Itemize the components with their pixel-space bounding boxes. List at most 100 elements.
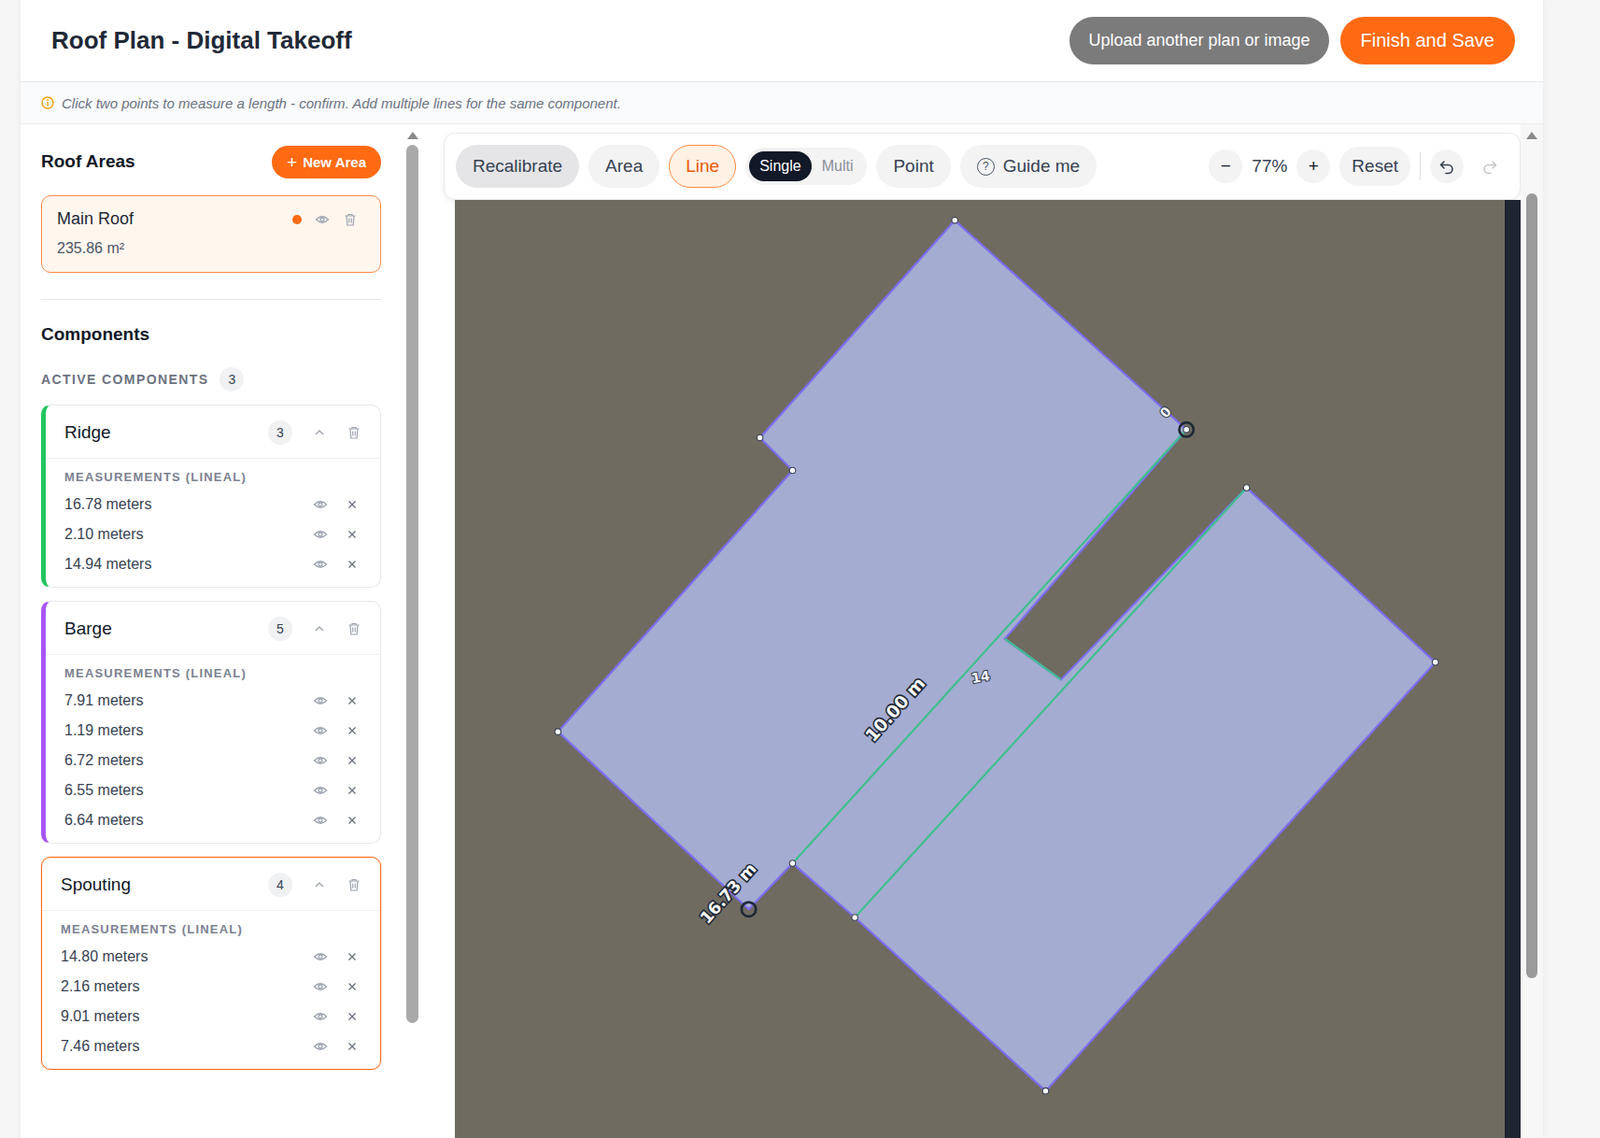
chevron-up-icon[interactable] [312, 877, 326, 892]
eye-icon[interactable] [312, 752, 328, 768]
vertex-point[interactable] [951, 217, 959, 225]
vertex-point[interactable] [1431, 659, 1439, 666]
map-canvas[interactable]: 10.00 m1416.73 m0 [454, 199, 1505, 1138]
eye-icon[interactable] [312, 1008, 328, 1024]
roof-polygon[interactable] [557, 220, 1435, 1091]
close-icon[interactable] [346, 528, 358, 540]
measurement-row[interactable]: 7.91 meters [64, 685, 362, 716]
measurement-row[interactable]: 16.78 meters [64, 489, 362, 520]
guide-button[interactable]: ?Guide me [960, 144, 1097, 188]
measurement-row[interactable]: 9.01 meters [60, 1001, 362, 1032]
page-scrollbar[interactable] [1520, 124, 1544, 1138]
measurement-row[interactable]: 6.64 meters [64, 805, 362, 836]
mode-button[interactable]: Multi [811, 151, 864, 182]
line-endpoint[interactable] [741, 902, 756, 917]
chevron-up-icon[interactable] [312, 622, 326, 636]
trash-icon[interactable] [346, 877, 362, 893]
component-card[interactable]: Spouting4MEASUREMENTS (LINEAL)14.80 mete… [41, 856, 382, 1070]
vertex-point[interactable] [1243, 484, 1250, 492]
close-icon[interactable] [346, 558, 358, 570]
close-icon[interactable] [346, 724, 358, 737]
vertex-point[interactable] [789, 860, 796, 867]
measurement-row[interactable]: 2.10 meters [64, 519, 362, 550]
header-button[interactable]: Finish and Save [1340, 16, 1516, 65]
active-count: 3 [219, 367, 244, 392]
ridge-line[interactable] [1005, 638, 1062, 680]
close-icon[interactable] [346, 814, 358, 826]
measurement-row[interactable]: 6.72 meters [64, 745, 362, 776]
undo-button[interactable] [1430, 149, 1464, 184]
measurement-row[interactable]: 6.55 meters [64, 775, 362, 806]
measurement-row[interactable]: 1.19 meters [64, 715, 362, 746]
vertex-point[interactable] [554, 728, 562, 736]
measurement-row[interactable]: 14.80 meters [60, 941, 362, 972]
line-endpoint[interactable] [1179, 422, 1194, 437]
new-area-button[interactable]: +New Area [271, 145, 382, 179]
trash-icon[interactable] [342, 212, 358, 227]
measurement-row[interactable]: 2.16 meters [60, 971, 362, 1002]
close-icon[interactable] [346, 754, 358, 766]
mode-button[interactable]: Single [749, 151, 811, 182]
zoom-out-button[interactable]: − [1208, 149, 1243, 184]
roof-areas-title: Roof Areas [41, 151, 136, 172]
area-name: Main Roof [56, 209, 134, 229]
component-count: 3 [268, 420, 293, 445]
measurement-row[interactable]: 7.46 meters [60, 1031, 362, 1062]
eye-icon[interactable] [312, 693, 328, 708]
trash-icon[interactable] [346, 621, 362, 637]
vertex-point[interactable] [789, 467, 796, 474]
vertex-point[interactable] [851, 914, 859, 921]
zoom-in-button[interactable]: + [1296, 149, 1331, 184]
roof-drawing: 10.00 m1416.73 m0 [454, 199, 1505, 1138]
component-card[interactable]: Barge5MEASUREMENTS (LINEAL)7.91 meters1.… [41, 600, 382, 844]
eye-icon[interactable] [312, 812, 328, 828]
close-icon[interactable] [346, 950, 358, 963]
component-count: 4 [268, 872, 293, 897]
close-icon[interactable] [346, 980, 358, 992]
eye-icon[interactable] [312, 782, 328, 798]
eye-icon[interactable] [312, 496, 328, 512]
info-icon [41, 96, 55, 110]
vertex-point[interactable] [1183, 426, 1190, 434]
measurement-value: 9.01 meters [60, 1007, 140, 1025]
eye-icon[interactable] [312, 1038, 328, 1054]
measurement-label: 16.73 m [696, 859, 761, 927]
trash-icon[interactable] [346, 424, 362, 440]
page-title: Roof Plan - Digital Takeoff [51, 26, 353, 56]
map-scrollbar[interactable] [1504, 199, 1521, 1138]
mode-toggle: SingleMulti [745, 147, 867, 185]
ridge-line[interactable] [854, 487, 1247, 918]
eye-icon[interactable] [312, 978, 328, 994]
tool-button[interactable]: Line [668, 144, 737, 188]
point-button[interactable]: Point [876, 144, 950, 188]
tool-button[interactable]: Area [588, 144, 660, 188]
close-icon[interactable] [346, 1010, 358, 1022]
eye-icon[interactable] [312, 722, 328, 738]
reset-button[interactable]: Reset [1339, 146, 1411, 186]
close-icon[interactable] [346, 498, 358, 510]
active-components-label: ACTIVE COMPONENTS [41, 371, 209, 387]
close-icon[interactable] [346, 784, 358, 796]
eye-icon[interactable] [312, 526, 328, 542]
measurement-value: 14.80 meters [60, 948, 148, 965]
component-card[interactable]: Ridge3MEASUREMENTS (LINEAL)16.78 meters2… [41, 404, 382, 588]
vertex-point[interactable] [1042, 1087, 1049, 1094]
redo-button[interactable] [1472, 149, 1507, 184]
hint-text: Click two points to measure a length - c… [61, 95, 622, 112]
close-icon[interactable] [346, 694, 358, 707]
sidebar-scrollbar[interactable] [397, 124, 427, 1138]
recalibrate-button[interactable]: Recalibrate [455, 144, 580, 188]
eye-icon[interactable] [314, 212, 330, 227]
area-card[interactable]: Main Roof 235.86 m² [41, 195, 382, 273]
header-button[interactable]: Upload another plan or image [1069, 16, 1329, 65]
measurement-value: 1.19 meters [64, 722, 143, 739]
measurement-row[interactable]: 14.94 meters [64, 549, 362, 580]
eye-icon[interactable] [312, 556, 328, 572]
close-icon[interactable] [346, 1040, 358, 1052]
ridge-line[interactable] [792, 429, 1188, 864]
component-name: Ridge [64, 422, 112, 443]
chevron-up-icon[interactable] [312, 425, 326, 439]
area-value: 235.86 m² [56, 240, 366, 257]
eye-icon[interactable] [312, 948, 328, 964]
vertex-point[interactable] [756, 434, 764, 441]
